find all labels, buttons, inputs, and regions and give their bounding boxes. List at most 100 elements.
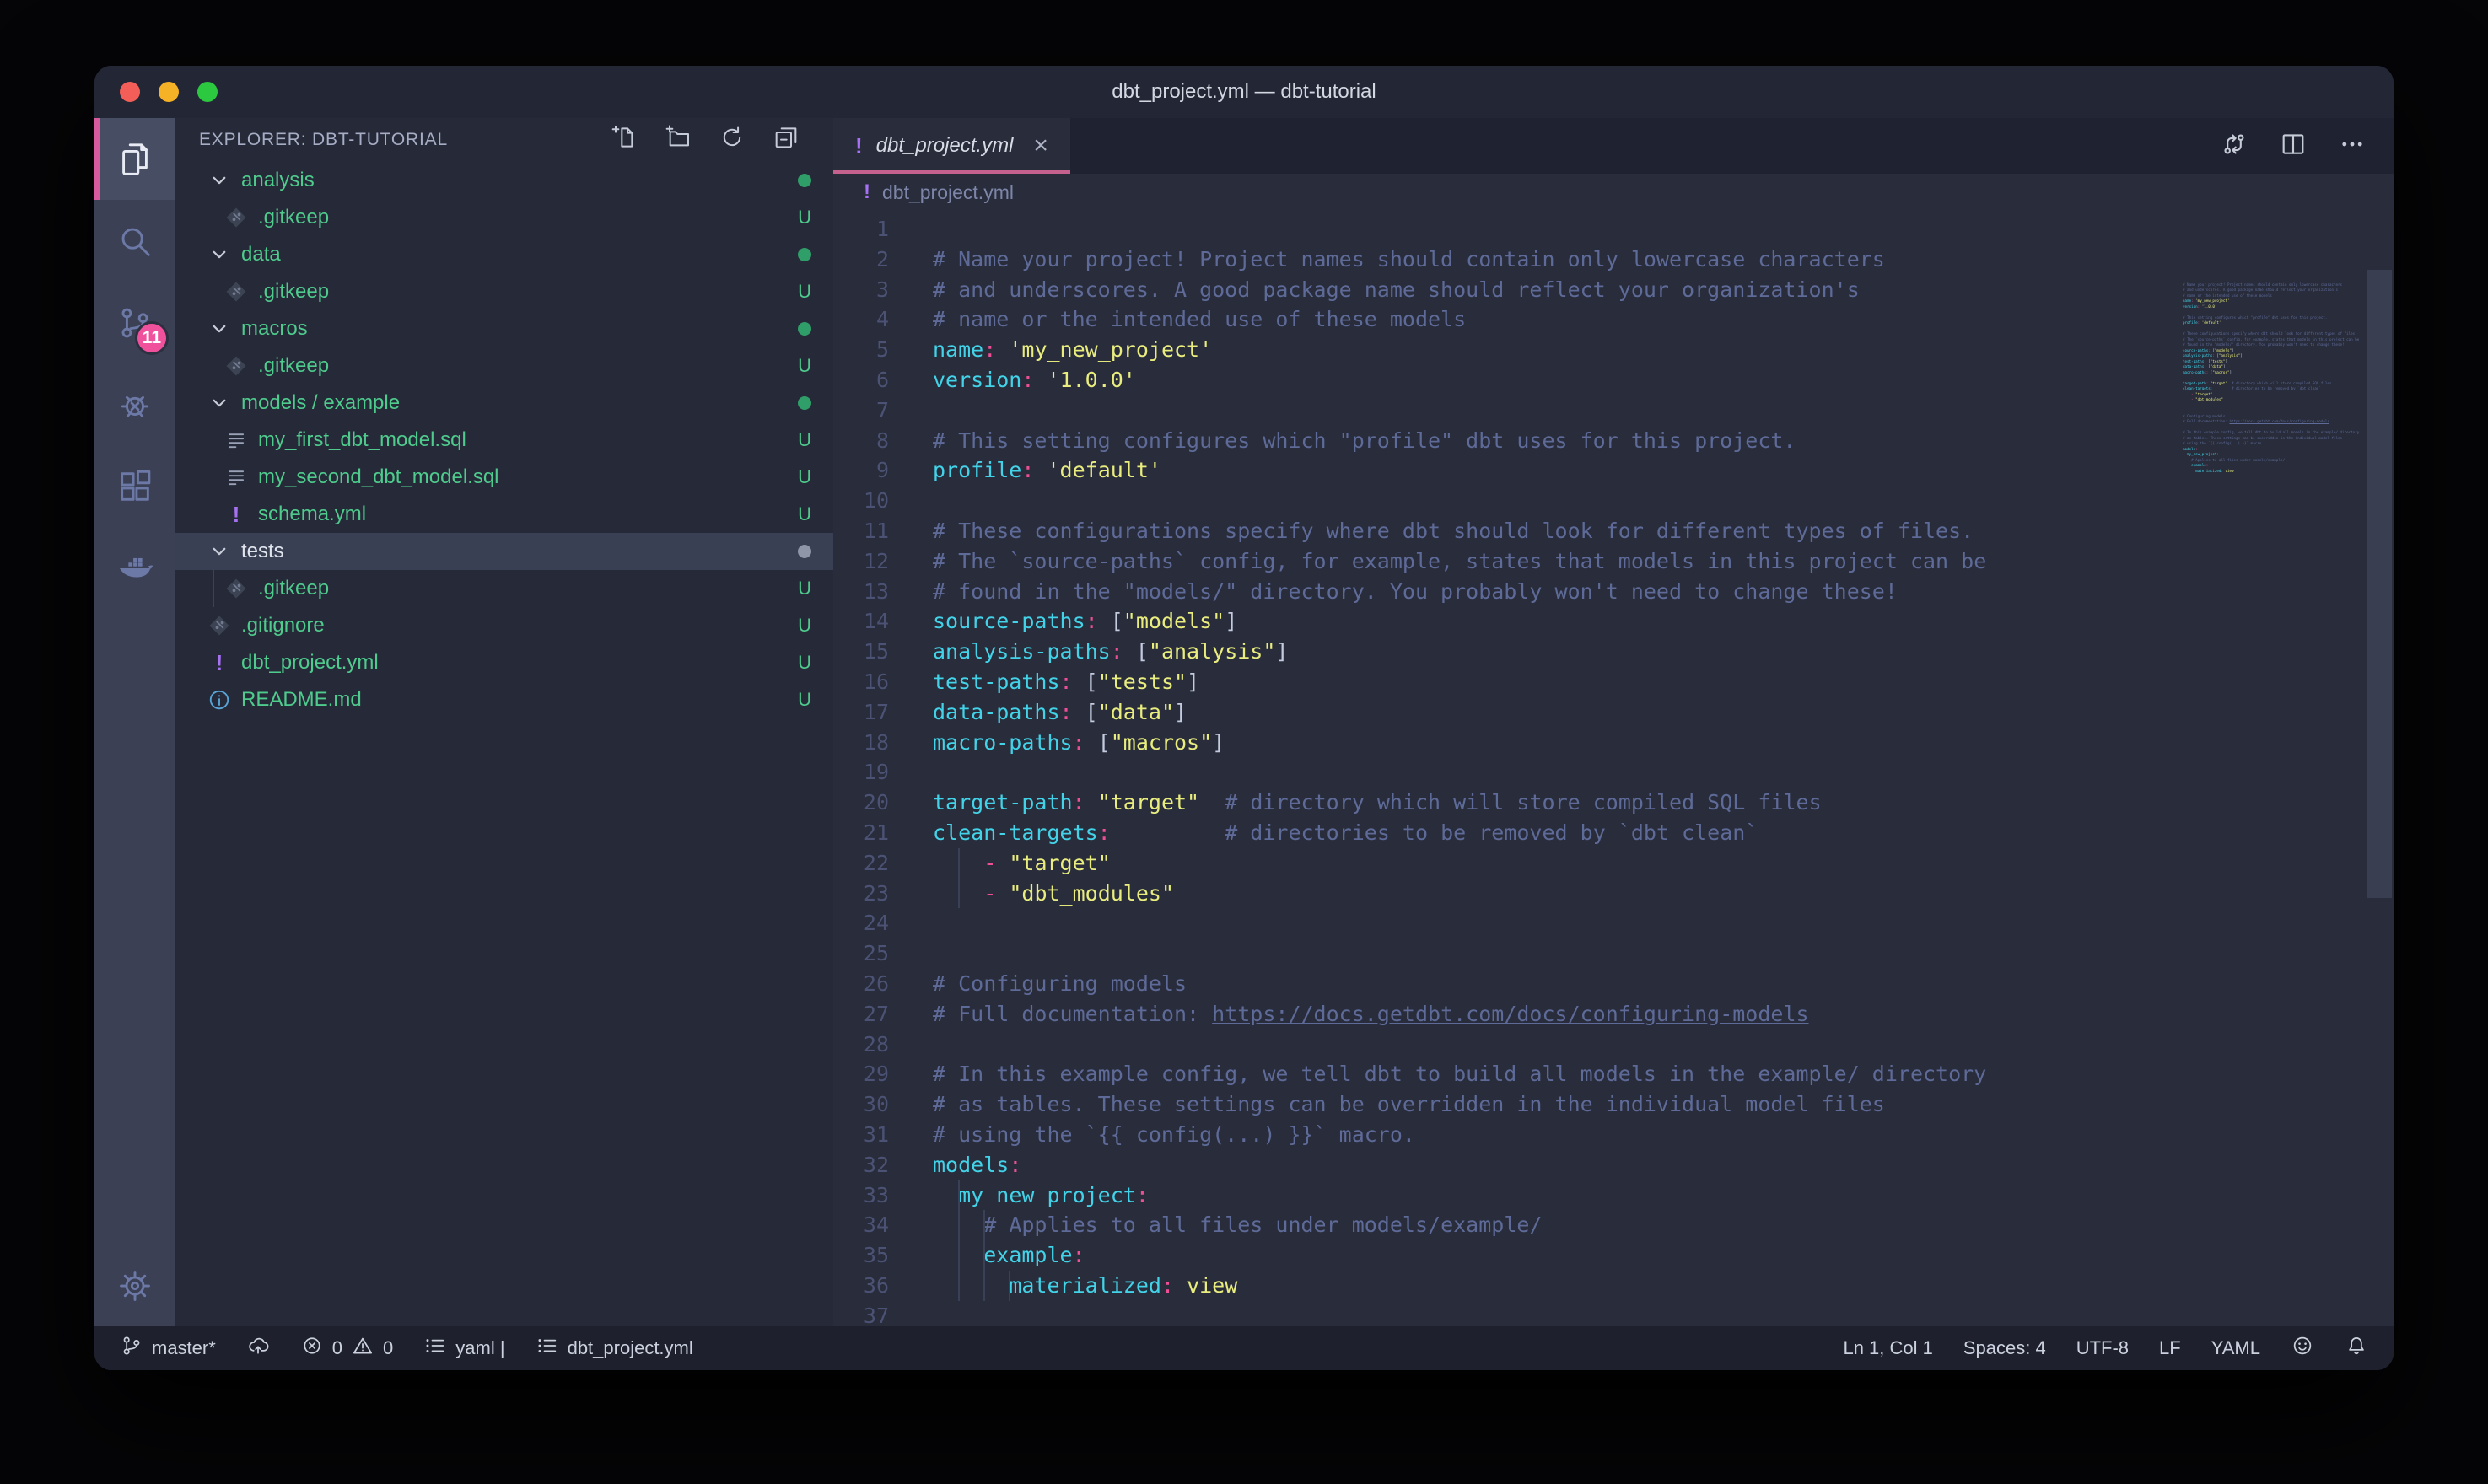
code-line-15[interactable]: 15analysis-paths: ["analysis"] — [833, 637, 2394, 667]
code-line-35[interactable]: 35 example: — [833, 1240, 2394, 1271]
sidebar-item-macros[interactable]: macros — [175, 310, 833, 347]
more-actions-icon[interactable] — [2338, 130, 2367, 163]
code-line-31[interactable]: 31# using the `{{ config(...) }}` macro. — [833, 1120, 2394, 1150]
activity-item-settings[interactable] — [94, 1245, 175, 1326]
editor-scrollbar[interactable] — [2367, 270, 2392, 898]
code-line-28[interactable]: 28 — [833, 1030, 2394, 1060]
status-language-mode[interactable]: YAML — [2211, 1337, 2260, 1359]
code-line-7[interactable]: 7 — [833, 395, 2394, 426]
sidebar-item-readme-md[interactable]: README.mdU — [175, 681, 833, 718]
code-line-36[interactable]: 36 materialized: view — [833, 1271, 2394, 1301]
status-indentation[interactable]: Spaces: 4 — [1963, 1337, 2046, 1359]
collapse-folders-icon[interactable] — [773, 124, 800, 156]
code-line-6[interactable]: 6version: '1.0.0' — [833, 365, 2394, 395]
status-encoding[interactable]: UTF-8 — [2076, 1337, 2129, 1359]
code-line-27[interactable]: 27# Full documentation: https://docs.get… — [833, 999, 2394, 1030]
status-git-branch[interactable]: master* — [120, 1334, 216, 1363]
split-editor-icon[interactable] — [2279, 130, 2308, 163]
status-task-file[interactable]: dbt_project.yml — [536, 1334, 693, 1363]
sidebar-item-my-first-dbt-model-sql[interactable]: my_first_dbt_model.sqlU — [175, 422, 833, 459]
sidebar-item--gitkeep[interactable]: .gitkeepU — [175, 273, 833, 310]
code-line-34[interactable]: 34 # Applies to all files under models/e… — [833, 1210, 2394, 1240]
code-line-5[interactable]: 5name: 'my_new_project' — [833, 335, 2394, 365]
code-line-3[interactable]: 3# and underscores. A good package name … — [833, 275, 2394, 305]
line-number: 9 — [833, 455, 933, 486]
code-line-10[interactable]: 10 — [833, 486, 2394, 516]
sidebar-item-data[interactable]: data — [175, 236, 833, 273]
chevron-down-icon — [206, 315, 233, 342]
code-line-19[interactable]: 19 — [833, 757, 2394, 788]
code-line-11[interactable]: 11# These configurations specify where d… — [833, 516, 2394, 546]
sidebar-item-my-second-dbt-model-sql[interactable]: my_second_dbt_model.sqlU — [175, 459, 833, 496]
code-line-16[interactable]: 16test-paths: ["tests"] — [833, 667, 2394, 697]
code-line-32[interactable]: 32models: — [833, 1150, 2394, 1180]
new-file-icon[interactable] — [611, 124, 638, 156]
yaml-bang-icon: ! — [206, 649, 233, 676]
close-window-button[interactable] — [120, 82, 140, 102]
indent-guide — [213, 570, 214, 607]
code-line-26[interactable]: 26# Configuring models — [833, 969, 2394, 999]
sidebar-item-analysis[interactable]: analysis — [175, 162, 833, 199]
code-line-14[interactable]: 14source-paths: ["models"] — [833, 606, 2394, 637]
status-sync[interactable] — [246, 1334, 270, 1363]
minimap[interactable]: # Name your project! Project names shoul… — [2183, 277, 2361, 480]
code-line-4[interactable]: 4# name or the intended use of these mod… — [833, 304, 2394, 335]
status-problems[interactable]: 00 — [300, 1334, 394, 1363]
new-folder-icon[interactable] — [665, 124, 692, 156]
code-line-37[interactable]: 37 — [833, 1301, 2394, 1326]
git-modified-dot — [798, 174, 811, 187]
tab-dbt-project-yml[interactable]: ! dbt_project.yml × — [833, 118, 1070, 174]
code-line-23[interactable]: 23 - "dbt_modules" — [833, 879, 2394, 909]
line-number: 14 — [833, 606, 933, 637]
code-line-20[interactable]: 20target-path: "target" # directory whic… — [833, 788, 2394, 818]
status-feedback[interactable] — [2291, 1334, 2314, 1363]
activity-item-search[interactable] — [94, 200, 175, 282]
activity-item-source-control[interactable]: 11 — [94, 282, 175, 363]
indent-guide — [1009, 1271, 1010, 1301]
status-eol[interactable]: LF — [2159, 1337, 2181, 1359]
open-changes-icon[interactable] — [2220, 130, 2248, 163]
code-line-25[interactable]: 25 — [833, 938, 2394, 969]
sidebar-item-schema-yml[interactable]: !schema.ymlU — [175, 496, 833, 533]
sidebar-item--gitkeep[interactable]: .gitkeepU — [175, 347, 833, 384]
activity-item-debug[interactable] — [94, 363, 175, 445]
sidebar-item-models-example[interactable]: models / example — [175, 384, 833, 422]
checklist-icon — [423, 1334, 447, 1363]
code-line-30[interactable]: 30# as tables. These settings can be ove… — [833, 1089, 2394, 1120]
breadcrumb[interactable]: ! dbt_project.yml — [833, 174, 2394, 211]
line-number: 36 — [833, 1271, 933, 1301]
code-line-1[interactable]: 1 — [833, 214, 2394, 245]
code-editor[interactable]: 12# Name your project! Project names sho… — [833, 211, 2394, 1326]
code-line-8[interactable]: 8# This setting configures which "profil… — [833, 426, 2394, 456]
sidebar-item-dbt-project-yml[interactable]: !dbt_project.ymlU — [175, 644, 833, 681]
code-line-9[interactable]: 9profile: 'default' — [833, 455, 2394, 486]
status-task-yaml[interactable]: yaml | — [423, 1334, 504, 1363]
code-line-12[interactable]: 12# The `source-paths` config, for examp… — [833, 546, 2394, 577]
close-tab-icon[interactable]: × — [1033, 132, 1048, 160]
explorer-header-title: EXPLORER: DBT-TUTORIAL — [199, 130, 448, 150]
refresh-explorer-icon[interactable] — [719, 124, 746, 156]
activity-item-explorer[interactable] — [94, 118, 175, 200]
code-line-21[interactable]: 21clean-targets: # directories to be rem… — [833, 818, 2394, 848]
traffic-lights — [120, 66, 218, 118]
activity-item-docker[interactable] — [94, 527, 175, 609]
activity-item-extensions[interactable] — [94, 445, 175, 527]
zoom-window-button[interactable] — [197, 82, 218, 102]
code-line-17[interactable]: 17data-paths: ["data"] — [833, 697, 2394, 728]
sidebar-item--gitkeep[interactable]: .gitkeepU — [175, 570, 833, 607]
code-line-24[interactable]: 24 — [833, 908, 2394, 938]
status-cursor-position[interactable]: Ln 1, Col 1 — [1843, 1337, 1932, 1359]
sidebar-item--gitignore[interactable]: .gitignoreU — [175, 607, 833, 644]
code-line-33[interactable]: 33 my_new_project: — [833, 1180, 2394, 1211]
status-notifications[interactable] — [2345, 1334, 2368, 1363]
code-line-2[interactable]: 2# Name your project! Project names shou… — [833, 245, 2394, 275]
minimize-window-button[interactable] — [159, 82, 179, 102]
code-line-13[interactable]: 13# found in the "models/" directory. Yo… — [833, 577, 2394, 607]
code-line-29[interactable]: 29# In this example config, we tell dbt … — [833, 1059, 2394, 1089]
sidebar-item-tests[interactable]: tests — [175, 533, 833, 570]
code-line-22[interactable]: 22 - "target" — [833, 848, 2394, 879]
item-label: models / example — [241, 391, 400, 415]
sidebar-item--gitkeep[interactable]: .gitkeepU — [175, 199, 833, 236]
code-line-18[interactable]: 18macro-paths: ["macros"] — [833, 728, 2394, 758]
line-number: 1 — [833, 214, 933, 245]
